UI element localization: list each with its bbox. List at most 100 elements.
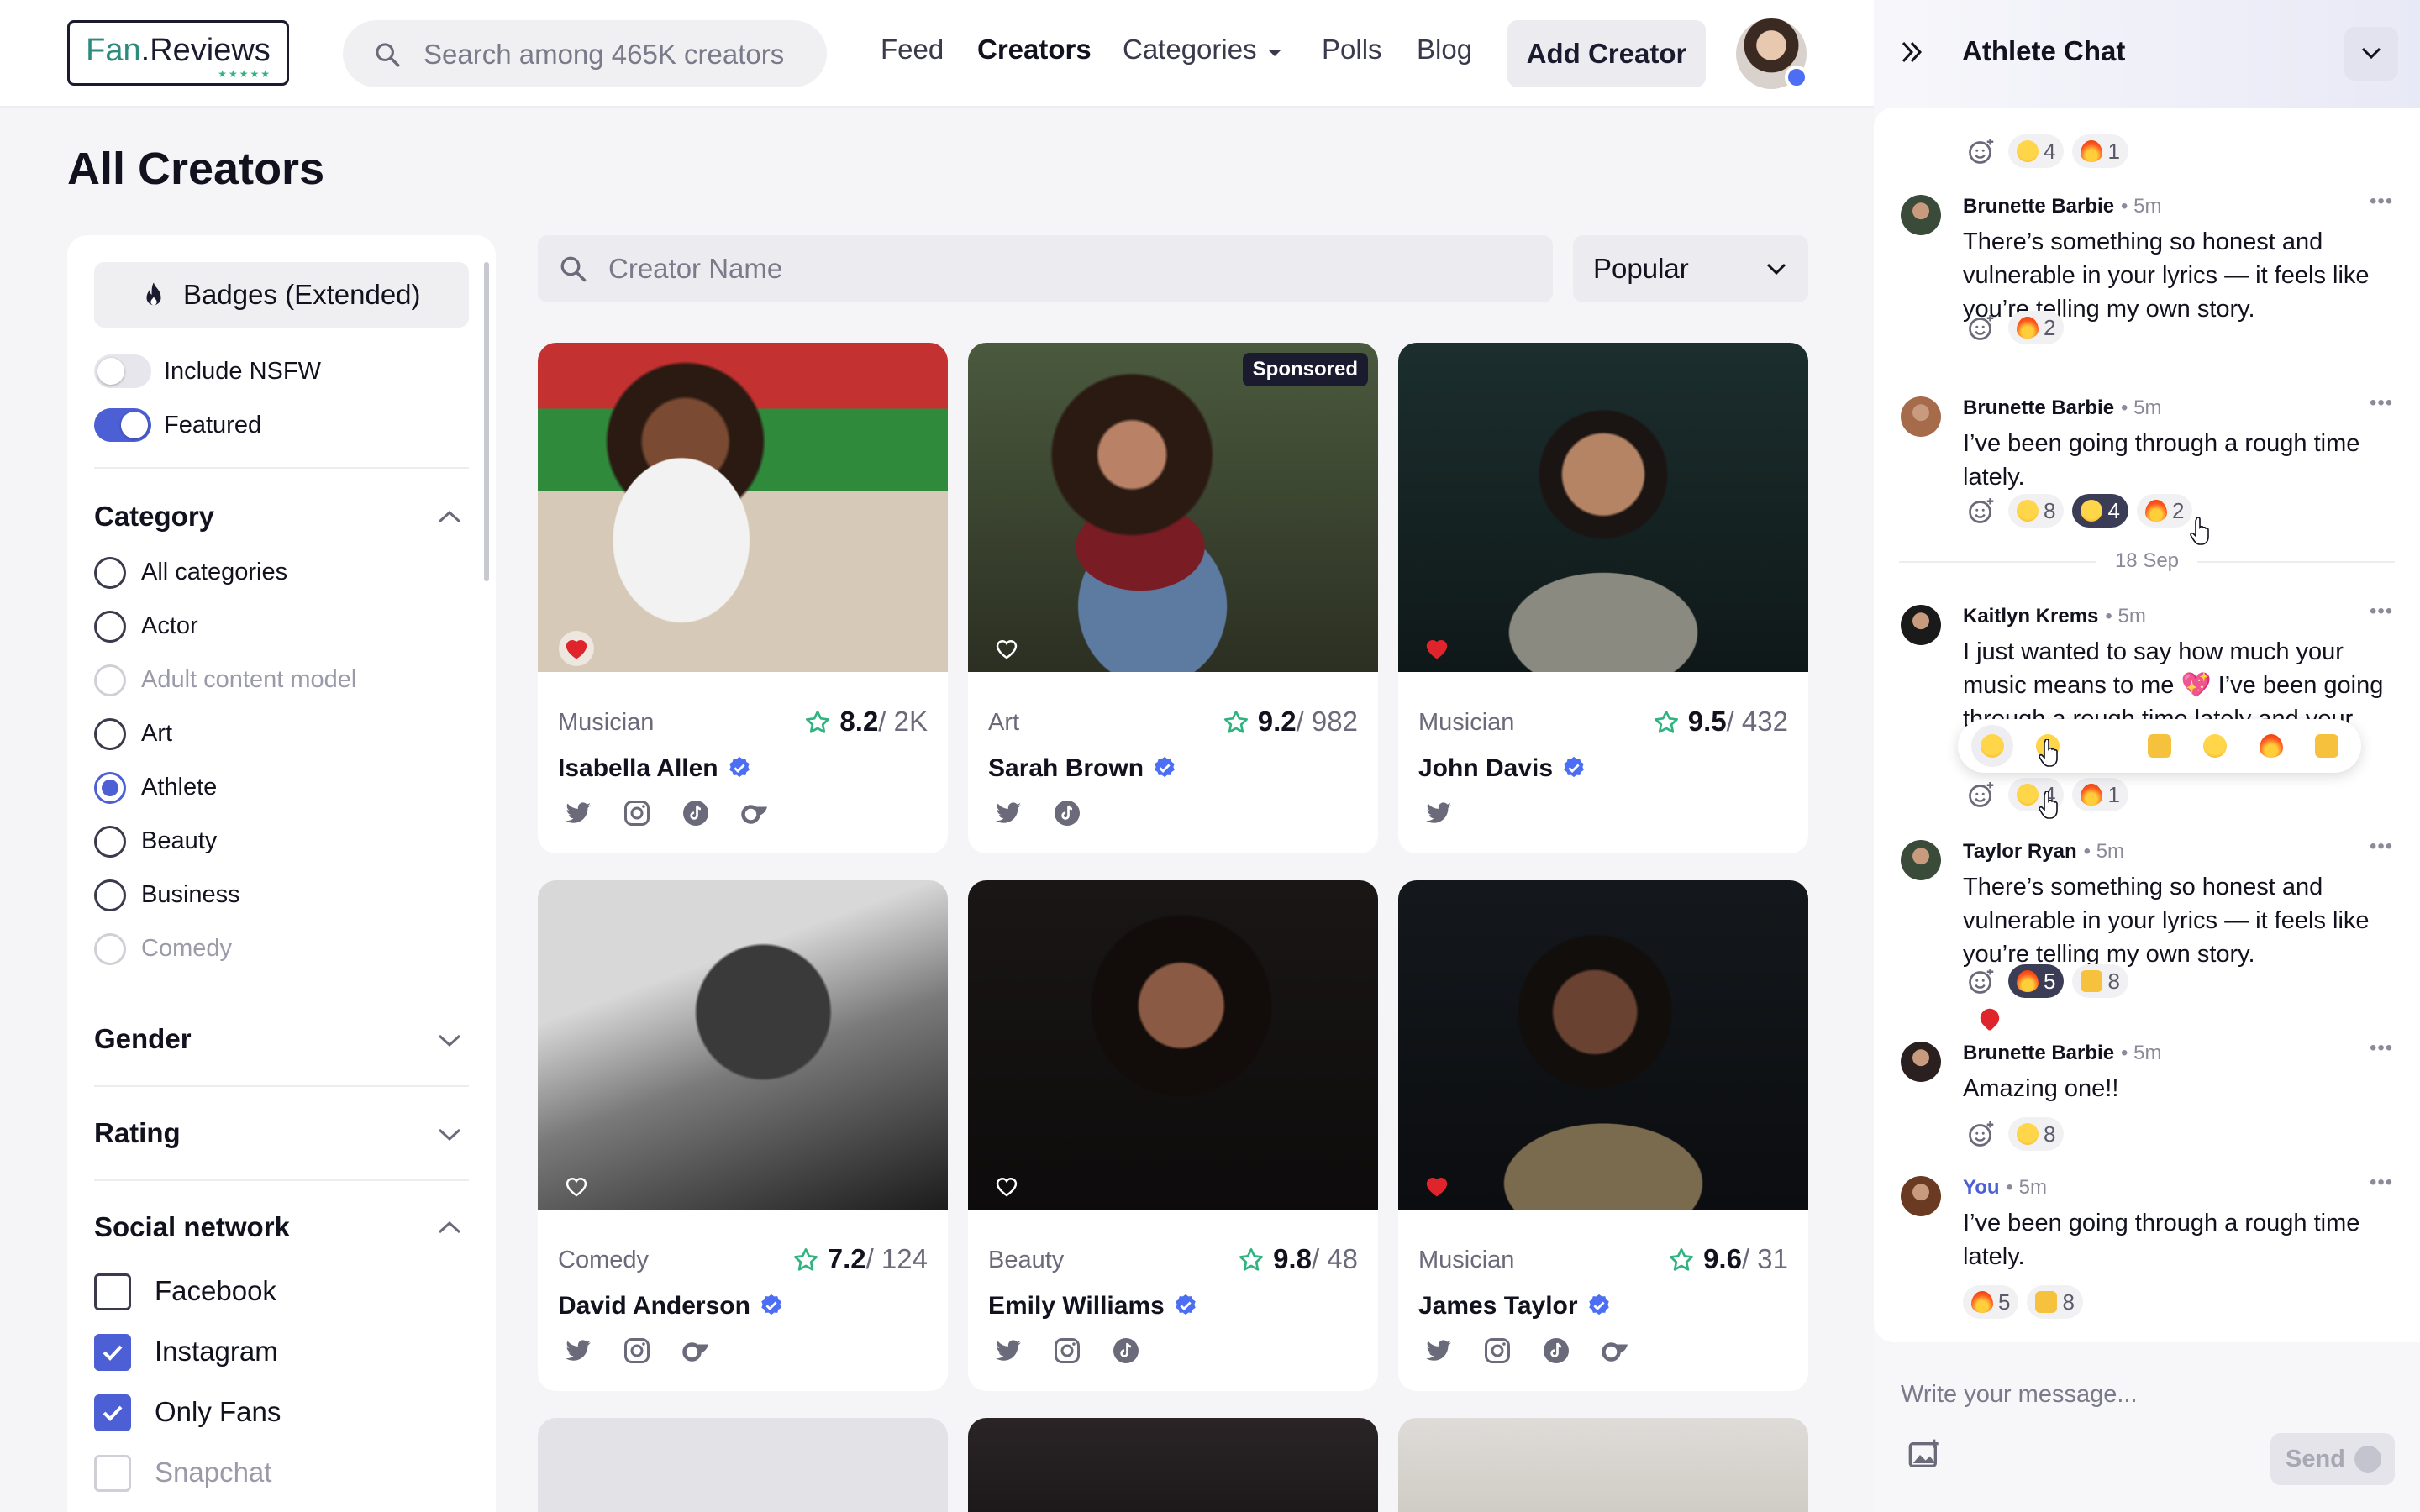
social-section-title[interactable]: Social network bbox=[94, 1211, 290, 1243]
nav-feed[interactable]: Feed bbox=[881, 34, 944, 66]
chevron-up-icon[interactable] bbox=[437, 509, 462, 524]
more-options-icon[interactable]: ••• bbox=[2370, 600, 2393, 623]
category-radio-all[interactable] bbox=[94, 557, 126, 589]
reaction-chip[interactable]: 8 bbox=[2008, 494, 2065, 528]
emoji-option-thumb-down[interactable] bbox=[2306, 725, 2348, 767]
emoji-option-heart[interactable] bbox=[1976, 725, 2125, 1032]
creator-card[interactable]: Musician 9.6/ 31 James Taylor bbox=[1398, 880, 1808, 1391]
reaction-chip[interactable]: 8 bbox=[2072, 964, 2128, 998]
favorite-heart-icon[interactable] bbox=[558, 1168, 595, 1205]
add-reaction-button[interactable] bbox=[1963, 494, 2000, 528]
creator-name[interactable]: James Taylor bbox=[1418, 1292, 1612, 1320]
category-radio-business[interactable] bbox=[94, 879, 126, 911]
message-author[interactable]: You • 5m bbox=[1963, 1176, 2047, 1200]
message-author[interactable]: Brunette Barbie • 5m bbox=[1963, 396, 2161, 420]
creator-photo[interactable] bbox=[538, 880, 948, 1210]
reaction-chip[interactable]: 5 bbox=[1963, 1285, 2019, 1319]
message-author[interactable]: Taylor Ryan • 5m bbox=[1963, 840, 2124, 864]
creator-name-search[interactable]: Creator Name bbox=[538, 235, 1553, 302]
reaction-chip[interactable]: 2 bbox=[2008, 311, 2065, 344]
emoji-option-laugh[interactable] bbox=[1971, 725, 2014, 767]
chevron-down-icon[interactable] bbox=[437, 1033, 462, 1048]
send-button[interactable]: Send bbox=[2270, 1433, 2395, 1485]
creator-name[interactable]: Emily Williams bbox=[988, 1292, 1198, 1320]
image-upload-icon[interactable] bbox=[1907, 1438, 1941, 1472]
add-reaction-button[interactable] bbox=[1963, 311, 2000, 344]
social-checkbox-snapchat[interactable] bbox=[94, 1455, 131, 1492]
nsfw-toggle[interactable] bbox=[94, 354, 151, 388]
reaction-chip[interactable]: 1 bbox=[2072, 778, 2128, 811]
category-radio-beauty[interactable] bbox=[94, 826, 126, 858]
category-radio-actor[interactable] bbox=[94, 611, 126, 643]
favorite-heart-icon[interactable] bbox=[988, 1168, 1025, 1205]
category-section-title[interactable]: Category bbox=[94, 501, 214, 533]
tiktok-icon[interactable] bbox=[1052, 798, 1082, 828]
add-reaction-button[interactable] bbox=[1963, 1117, 2000, 1151]
creator-photo[interactable] bbox=[538, 343, 948, 672]
featured-toggle[interactable] bbox=[94, 408, 151, 442]
emoji-option-star-struck[interactable] bbox=[2194, 725, 2236, 767]
creator-card[interactable]: Musician 8.2/ 2K Isabella Allen bbox=[538, 343, 948, 853]
chevron-down-icon[interactable] bbox=[437, 1127, 462, 1142]
add-reaction-button[interactable] bbox=[1963, 778, 2000, 811]
message-avatar[interactable] bbox=[1901, 396, 1941, 437]
reaction-chip[interactable]: 4 bbox=[2072, 494, 2128, 528]
message-avatar[interactable] bbox=[1901, 195, 1941, 235]
gender-section-title[interactable]: Gender bbox=[94, 1023, 192, 1055]
nav-categories[interactable]: Categories bbox=[1123, 34, 1257, 66]
reaction-chip[interactable]: 5 bbox=[2008, 964, 2065, 998]
reaction-chip[interactable]: 2 bbox=[2136, 494, 2193, 528]
twitter-icon[interactable] bbox=[1423, 798, 1454, 828]
onlyfans-icon[interactable] bbox=[681, 1336, 711, 1366]
social-checkbox-facebook[interactable] bbox=[94, 1273, 131, 1310]
more-options-icon[interactable]: ••• bbox=[2370, 391, 2393, 415]
category-radio-art[interactable] bbox=[94, 718, 126, 750]
rating-section-title[interactable]: Rating bbox=[94, 1117, 181, 1149]
category-radio-comedy[interactable] bbox=[94, 933, 126, 965]
message-author[interactable]: Brunette Barbie • 5m bbox=[1963, 195, 2161, 218]
onlyfans-icon[interactable] bbox=[1600, 1336, 1630, 1366]
category-radio-adult[interactable] bbox=[94, 664, 126, 696]
favorite-heart-icon[interactable] bbox=[558, 630, 595, 667]
more-options-icon[interactable]: ••• bbox=[2370, 190, 2393, 213]
twitter-icon[interactable] bbox=[1423, 1336, 1454, 1366]
instagram-icon[interactable] bbox=[622, 1336, 652, 1366]
emoji-option-thumb-up[interactable] bbox=[2139, 725, 2181, 767]
card-photo-partial[interactable] bbox=[1398, 1418, 1808, 1512]
double-chevron-right-icon[interactable] bbox=[1899, 39, 1926, 66]
creator-photo[interactable] bbox=[968, 343, 1378, 672]
add-creator-button[interactable]: Add Creator bbox=[1507, 20, 1706, 87]
favorite-heart-icon[interactable] bbox=[1418, 1168, 1455, 1205]
social-checkbox-onlyfans[interactable] bbox=[94, 1394, 131, 1431]
social-checkbox-instagram[interactable] bbox=[94, 1334, 131, 1371]
creator-photo[interactable] bbox=[1398, 343, 1808, 672]
tiktok-icon[interactable] bbox=[1541, 1336, 1571, 1366]
tiktok-icon[interactable] bbox=[1111, 1336, 1141, 1366]
more-options-icon[interactable]: ••• bbox=[2370, 1171, 2393, 1194]
message-author[interactable]: Brunette Barbie • 5m bbox=[1963, 1042, 2161, 1065]
twitter-icon[interactable] bbox=[993, 798, 1023, 828]
twitter-icon[interactable] bbox=[993, 1336, 1023, 1366]
more-options-icon[interactable]: ••• bbox=[2370, 1037, 2393, 1060]
creator-name[interactable]: Isabella Allen bbox=[558, 754, 752, 783]
instagram-icon[interactable] bbox=[622, 798, 652, 828]
creator-card[interactable]: Comedy 7.2/ 124 David Anderson bbox=[538, 880, 948, 1391]
instagram-icon[interactable] bbox=[1482, 1336, 1512, 1366]
message-avatar[interactable] bbox=[1901, 1042, 1941, 1082]
chat-messages[interactable]: 41 18 Sep Brunette Barbie • 5m ••• There’s … bbox=[1874, 108, 2420, 1342]
reaction-chip[interactable]: 8 bbox=[2008, 1117, 2065, 1151]
tiktok-icon[interactable] bbox=[681, 798, 711, 828]
site-logo[interactable]: Fan.Reviews ★★★★★ bbox=[67, 20, 289, 86]
favorite-heart-icon[interactable] bbox=[988, 630, 1025, 667]
instagram-icon[interactable] bbox=[1052, 1336, 1082, 1366]
add-reaction-button[interactable] bbox=[1963, 964, 2000, 998]
creator-card[interactable]: Beauty 9.8/ 48 Emily Williams bbox=[968, 880, 1378, 1391]
creator-photo[interactable] bbox=[968, 880, 1378, 1210]
chevron-up-icon[interactable] bbox=[437, 1220, 462, 1235]
category-radio-athlete[interactable] bbox=[94, 772, 126, 804]
twitter-icon[interactable] bbox=[563, 1336, 593, 1366]
more-options-icon[interactable]: ••• bbox=[2370, 835, 2393, 858]
favorite-heart-icon[interactable] bbox=[1418, 630, 1455, 667]
add-reaction-button[interactable] bbox=[1963, 134, 2000, 168]
creator-name[interactable]: John Davis bbox=[1418, 754, 1586, 783]
